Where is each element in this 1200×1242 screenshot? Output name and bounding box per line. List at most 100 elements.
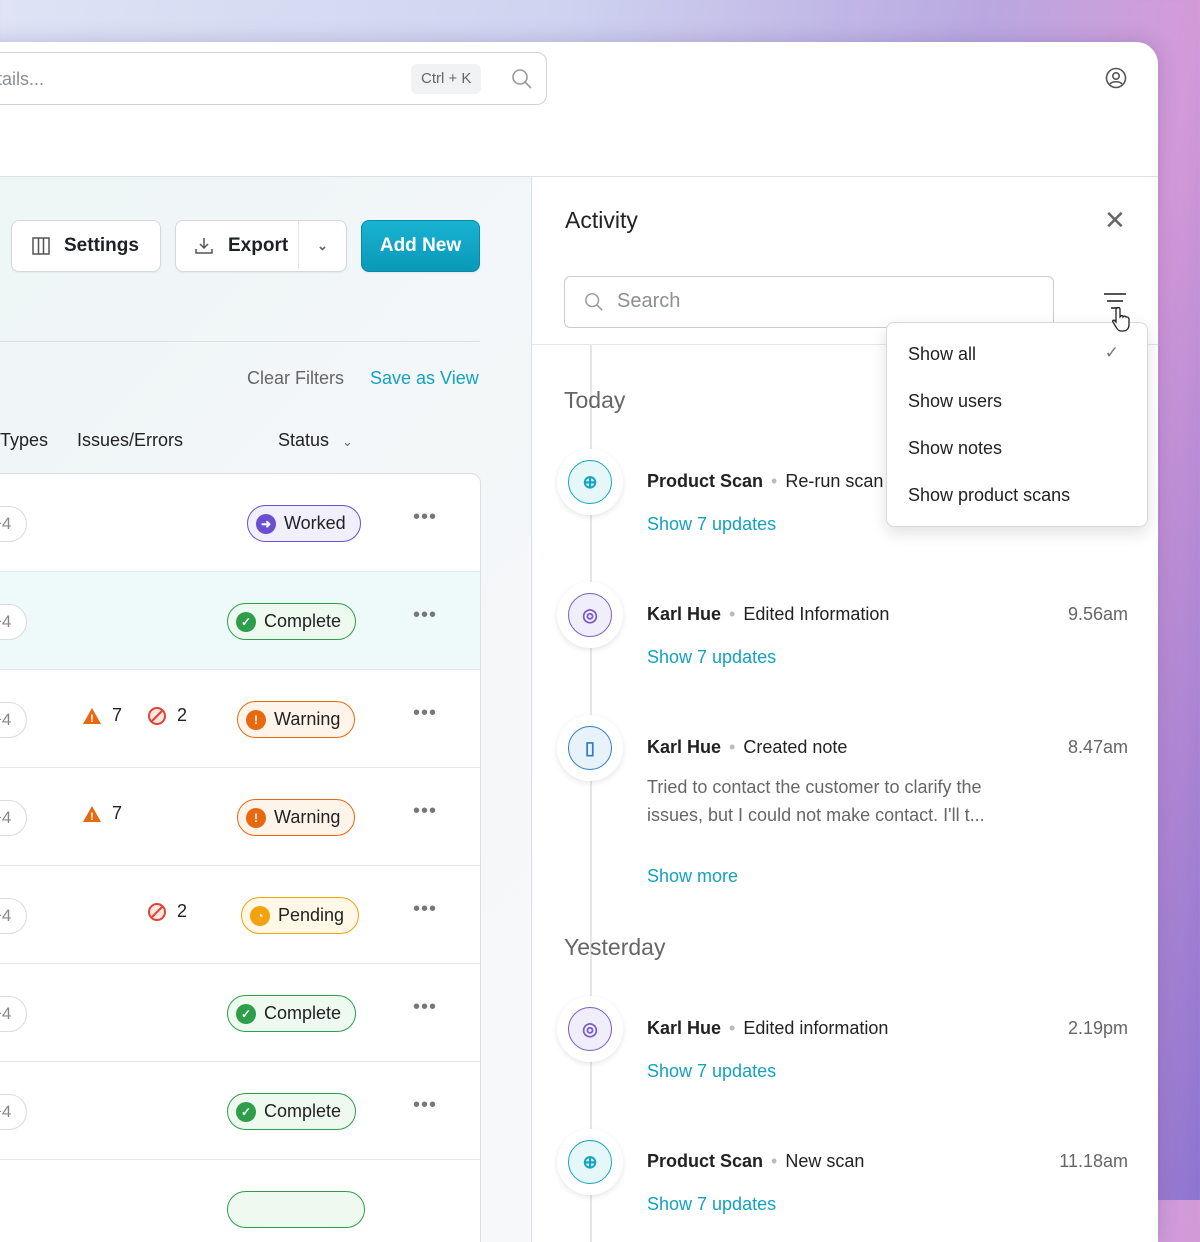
column-header-types[interactable]: Types	[0, 430, 48, 451]
status-icon: ✓	[236, 1101, 256, 1122]
more-options-icon[interactable]: •••	[413, 506, 437, 529]
menu-item-show-users[interactable]: Show users	[908, 391, 1002, 412]
menu-item-show-product-scans[interactable]: Show product scans	[908, 485, 1070, 506]
error-count: 2	[147, 705, 187, 726]
app-window: tails... Ctrl + K Settings Export ⌄ Add …	[0, 42, 1158, 1242]
table-row[interactable]: +4 ✓Complete •••	[0, 964, 480, 1062]
toolbar-divider	[0, 341, 480, 342]
more-options-icon[interactable]: •••	[413, 702, 437, 725]
activity-item-title: Karl Hue • Edited Information	[647, 604, 890, 624]
search-placeholder: Search	[617, 290, 681, 312]
blocked-icon	[148, 706, 166, 725]
types-count[interactable]: +4	[0, 506, 27, 542]
warning-icon: !	[83, 707, 101, 725]
activity-link[interactable]: Show 7 updates	[647, 647, 776, 668]
table-row[interactable]: +4 ✓Complete •••	[0, 572, 480, 670]
scan-icon: ⊕	[568, 460, 612, 504]
scan-icon: ⊕	[568, 1140, 612, 1184]
table-row[interactable]: +4 ✓Complete •••	[0, 1062, 480, 1160]
table-row[interactable]: +4 2 ◔Pending •••	[0, 866, 480, 964]
more-options-icon[interactable]: •••	[413, 898, 437, 921]
activity-link[interactable]: Show 7 updates	[647, 514, 776, 535]
more-options-icon[interactable]: •••	[413, 800, 437, 823]
types-count[interactable]: +4	[0, 1094, 27, 1130]
warning-count: ! 7	[82, 705, 122, 726]
activity-item-icon: ⊕	[557, 449, 623, 515]
group-label: Yesterday	[564, 934, 666, 960]
types-count[interactable]: +4	[0, 604, 27, 640]
search-icon[interactable]	[511, 68, 533, 90]
svg-text:!: !	[90, 811, 94, 823]
activity-link[interactable]: Show more	[647, 866, 738, 887]
table-row[interactable]: +4 !7 2 !Warning •••	[0, 670, 480, 768]
status-icon: !	[246, 709, 266, 730]
activity-item-title: Product Scan • Re-run scan	[647, 471, 884, 491]
column-header-issues[interactable]: Issues/Errors	[77, 430, 183, 451]
types-count[interactable]: +4	[0, 702, 27, 738]
status-badge: ! Warning	[237, 701, 356, 738]
status-badge: ✓ Complete	[227, 1093, 357, 1130]
main-content: Settings Export ⌄ Add New Clear Filters …	[0, 177, 531, 1242]
settings-button[interactable]: Settings	[11, 220, 161, 272]
types-count[interactable]: +4	[0, 800, 27, 836]
search-placeholder: tails...	[0, 69, 45, 89]
user-profile-icon[interactable]	[1105, 67, 1127, 89]
table-row[interactable]	[0, 1160, 480, 1242]
table-row[interactable]: +4 ➜Worked •••	[0, 474, 480, 572]
note-icon: ▯	[568, 726, 612, 770]
save-as-view-link[interactable]: Save as View	[370, 368, 479, 389]
activity-item-title: Product Scan • New scan	[647, 1151, 865, 1171]
status-badge: ✓ Complete	[227, 603, 357, 640]
blocked-icon	[148, 902, 166, 921]
status-icon: ➜	[256, 513, 276, 534]
table-row[interactable]: +4 !7 !Warning •••	[0, 768, 480, 866]
settings-label: Settings	[64, 235, 139, 256]
activity-item-title: Karl Hue • Edited information	[647, 1018, 889, 1038]
status-icon: ✓	[236, 1003, 256, 1024]
activity-item-icon: ◎	[557, 582, 623, 648]
search-icon	[585, 293, 603, 311]
add-new-label: Add New	[379, 235, 462, 256]
status-badge: ! Warning	[237, 799, 356, 836]
svg-text:!: !	[90, 713, 94, 725]
activity-title: Activity	[565, 207, 638, 233]
user-icon: ◎	[568, 1007, 612, 1051]
types-count[interactable]: +4	[0, 898, 27, 934]
status-badge: ➜ Worked	[247, 505, 361, 542]
activity-item-icon: ◎	[557, 996, 623, 1062]
activity-item-icon: ▯	[557, 715, 623, 781]
data-table: +4 ➜Worked ••• +4 ✓Complete ••• +4 !7 2 !Warning •…	[0, 473, 481, 1242]
export-button[interactable]: Export ⌄	[175, 220, 347, 272]
more-options-icon[interactable]: •••	[413, 996, 437, 1019]
menu-item-show-all[interactable]: Show all	[908, 344, 976, 365]
types-count[interactable]: +4	[0, 996, 27, 1032]
filter-dropdown-menu: Show all ✓ Show users Show notes Show pr…	[886, 322, 1148, 527]
export-dropdown-chevron-icon[interactable]: ⌄	[298, 221, 346, 270]
shortcut-hint: Ctrl + K	[411, 64, 482, 94]
more-options-icon[interactable]: •••	[413, 604, 437, 627]
column-header-status[interactable]: Status ⌄	[278, 430, 353, 451]
more-options-icon[interactable]: •••	[413, 1094, 437, 1117]
note-text: Tried to contact the customer to clarify…	[647, 777, 985, 825]
activity-item-title: Karl Hue • Created note	[647, 737, 848, 757]
user-icon: ◎	[568, 593, 612, 637]
error-count: 2	[147, 901, 187, 922]
clear-filters-link[interactable]: Clear Filters	[247, 368, 344, 389]
global-search-input[interactable]: tails... Ctrl + K	[0, 52, 547, 105]
activity-time: 11.18am	[1059, 1151, 1128, 1171]
activity-time: 2.19pm	[1067, 1018, 1128, 1038]
activity-link[interactable]: Show 7 updates	[647, 1061, 776, 1082]
menu-item-show-notes[interactable]: Show notes	[908, 438, 1002, 459]
check-icon: ✓	[1104, 343, 1119, 362]
activity-link[interactable]: Show 7 updates	[647, 1194, 776, 1215]
pointer-cursor-icon	[1111, 306, 1130, 332]
close-icon[interactable]: ✕	[1104, 205, 1126, 236]
activity-time: 8.47am	[1067, 737, 1128, 757]
warning-icon: !	[83, 805, 101, 823]
status-icon: !	[246, 807, 266, 828]
status-badge: ✓ Complete	[227, 995, 357, 1032]
status-icon: ✓	[236, 611, 256, 632]
download-icon	[195, 238, 213, 254]
add-new-button[interactable]: Add New	[361, 220, 480, 272]
activity-search-input[interactable]: Search	[564, 276, 1054, 328]
